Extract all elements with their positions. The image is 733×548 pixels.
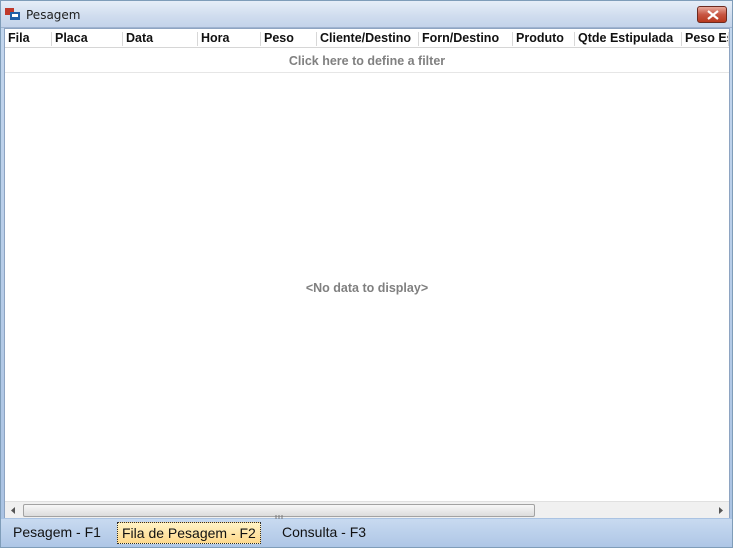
- close-icon: [707, 10, 719, 20]
- filter-row[interactable]: Click here to define a filter: [5, 49, 729, 73]
- column-header-placa[interactable]: Placa: [52, 29, 123, 47]
- scroll-right-button[interactable]: [712, 502, 729, 519]
- column-header-forn-destino[interactable]: Forn/Destino: [419, 29, 513, 47]
- scroll-left-button[interactable]: [5, 502, 22, 519]
- pesagem-window: Pesagem Fila Placa Data Hora Peso Client…: [0, 0, 733, 548]
- column-header-hora[interactable]: Hora: [198, 29, 261, 47]
- grid-panel: Fila Placa Data Hora Peso Cliente/Destin…: [4, 28, 730, 521]
- column-header-data[interactable]: Data: [123, 29, 198, 47]
- window-title: Pesagem: [26, 8, 81, 22]
- column-header-peso-estipulado[interactable]: Peso Es: [682, 29, 729, 47]
- app-icon: [5, 8, 20, 20]
- horizontal-scrollbar[interactable]: [5, 501, 729, 521]
- arrow-left-icon: [11, 507, 15, 514]
- tab-consulta[interactable]: Consulta - F3: [278, 522, 370, 544]
- column-header-cliente-destino[interactable]: Cliente/Destino: [317, 29, 419, 47]
- column-header-qtde-estipulada[interactable]: Qtde Estipulada: [575, 29, 682, 47]
- title-bar[interactable]: Pesagem: [1, 1, 732, 28]
- column-header-fila[interactable]: Fila: [5, 29, 52, 47]
- close-button[interactable]: [697, 6, 727, 23]
- empty-grid-message: <No data to display>: [305, 281, 429, 295]
- column-header-peso[interactable]: Peso: [261, 29, 317, 47]
- scroll-thumb[interactable]: [23, 504, 535, 521]
- tab-fila-de-pesagem[interactable]: Fila de Pesagem - F2: [117, 522, 261, 544]
- arrow-right-icon: [719, 507, 723, 514]
- tab-pesagem[interactable]: Pesagem - F1: [9, 522, 105, 544]
- bottom-tab-bar: Pesagem - F1 Fila de Pesagem - F2 Consul…: [1, 519, 732, 547]
- grid-header: Fila Placa Data Hora Peso Cliente/Destin…: [5, 29, 729, 48]
- column-header-produto[interactable]: Produto: [513, 29, 575, 47]
